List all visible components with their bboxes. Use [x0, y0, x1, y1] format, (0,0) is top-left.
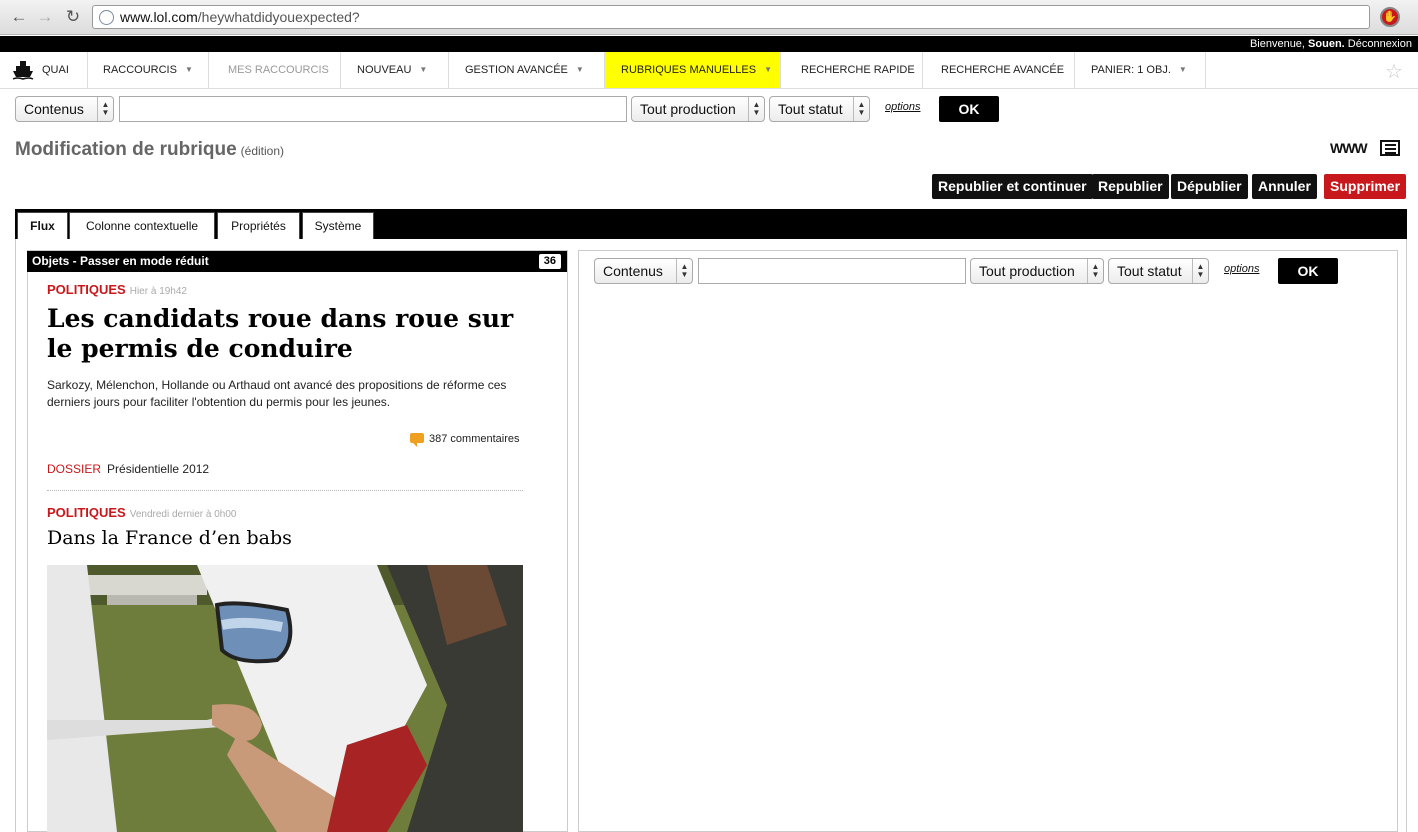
objects-panel-header[interactable]: Objets - Passer en mode réduit 36 [27, 251, 567, 272]
tab-flux[interactable]: Flux [17, 212, 68, 239]
menu-rubriques-manuelles[interactable]: RUBRIQUES MANUELLES ▼ [605, 52, 781, 88]
dossier-name[interactable]: Présidentielle 2012 [107, 462, 209, 476]
search-input[interactable] [119, 96, 627, 122]
tab-colonne-contextuelle[interactable]: Colonne contextuelle [69, 212, 215, 239]
main-menu: QUAI RACCOURCIS ▼ MES RACCOURCIS NOUVEAU ▼… [0, 52, 1418, 89]
content-type-select[interactable]: Contenus ▲ ▼ [594, 258, 693, 284]
menu-nouveau[interactable]: NOUVEAU ▼ [341, 52, 449, 88]
article-category: POLITIQUES Vendredi dernier à 0h00 [47, 505, 237, 520]
chevron-down-icon: ▼ [184, 65, 193, 74]
options-link[interactable]: options [1224, 263, 1259, 275]
select-arrows-icon: ▲ ▼ [97, 97, 113, 121]
menu-raccourcis[interactable]: RACCOURCIS ▼ [87, 52, 209, 88]
url-text: www.lol.com/heywhatdidyouexpected? [120, 9, 360, 25]
content-type-select[interactable]: Contenus ▲ ▼ [15, 96, 114, 122]
logout-link[interactable]: Déconnexion [1345, 38, 1412, 50]
article-photo [47, 565, 523, 832]
status-select[interactable]: Tout statut ▲ ▼ [1108, 258, 1209, 284]
select-arrows-icon: ▲ ▼ [853, 97, 869, 121]
select-arrows-icon: ▲ ▼ [676, 259, 692, 283]
ok-button[interactable]: OK [939, 96, 999, 122]
select-arrows-icon: ▲ ▼ [1192, 259, 1208, 283]
search-panel [578, 250, 1398, 832]
republish-button[interactable]: Republier [1092, 174, 1169, 199]
forward-icon[interactable]: → [34, 6, 56, 28]
address-bar[interactable]: www.lol.com/heywhatdidyouexpected? [92, 5, 1370, 29]
menu-mes-raccourcis[interactable]: MES RACCOURCIS [209, 52, 341, 88]
select-arrows-icon: ▲ ▼ [748, 97, 764, 121]
article-dossier: DOSSIER Présidentielle 2012 [47, 462, 209, 476]
republish-continue-button[interactable]: Republier et continuer [932, 174, 1093, 199]
article-timestamp: Vendredi dernier à 0h00 [129, 509, 237, 520]
search-input[interactable] [698, 258, 966, 284]
article-timestamp: Hier à 19h42 [129, 286, 187, 297]
comment-icon [410, 433, 424, 447]
www-icon[interactable]: WWW [1330, 140, 1368, 156]
globe-icon [99, 10, 114, 25]
back-icon[interactable]: ← [8, 6, 30, 28]
production-select[interactable]: Tout production ▲ ▼ [970, 258, 1104, 284]
article-summary: Sarkozy, Mélenchon, Hollande ou Arthaud … [47, 378, 507, 409]
delete-button[interactable]: Supprimer [1324, 174, 1407, 199]
menu-panier[interactable]: PANIER: 1 OBJ. ▼ [1075, 52, 1206, 88]
star-icon[interactable]: ☆ [1385, 59, 1403, 84]
welcome-text: Bienvenue, [1249, 38, 1309, 50]
production-select[interactable]: Tout production ▲ ▼ [631, 96, 765, 122]
options-link[interactable]: options [885, 101, 920, 113]
menu-recherche-rapide[interactable]: RECHERCHE RAPIDE [781, 52, 923, 88]
article-headline[interactable]: Les candidats roue dans roue sur le perm… [47, 304, 547, 364]
menu-quai[interactable]: QUAI [26, 52, 88, 88]
comments-link[interactable]: 387 commentaires [410, 433, 520, 447]
objects-panel-title: Objets - Passer en mode réduit [32, 254, 209, 268]
dossier-label: DOSSIER [47, 462, 102, 476]
chevron-down-icon: ▼ [419, 65, 428, 74]
article-category: POLITIQUES Hier à 19h42 [47, 282, 187, 297]
reload-icon[interactable]: ↻ [62, 6, 84, 28]
chevron-down-icon: ▼ [575, 65, 584, 74]
list-view-icon[interactable] [1380, 140, 1400, 156]
cancel-button[interactable]: Annuler [1252, 174, 1317, 199]
tab-proprietes[interactable]: Propriétés [217, 212, 300, 239]
menu-gestion-avancee[interactable]: GESTION AVANCÉE ▼ [449, 52, 605, 88]
menu-recherche-avancee[interactable]: RECHERCHE AVANCÉE [923, 52, 1075, 88]
chevron-down-icon: ▼ [1178, 65, 1187, 74]
welcome-bar: Bienvenue, Souen. Déconnexion [0, 36, 1418, 52]
tab-systeme[interactable]: Système [302, 212, 374, 239]
page-subtitle: (édition) [240, 144, 285, 158]
extension-icon[interactable]: ✋ [1380, 7, 1400, 27]
count-badge: 36 [538, 254, 561, 269]
user-name: Souen. [1308, 38, 1345, 50]
status-select[interactable]: Tout statut ▲ ▼ [769, 96, 870, 122]
unpublish-button[interactable]: Dépublier [1171, 174, 1248, 199]
browser-toolbar: ← → ↻ www.lol.com/heywhatdidyouexpected?… [0, 0, 1418, 35]
article-separator [47, 490, 523, 491]
ok-button[interactable]: OK [1278, 258, 1338, 284]
page-title: Modification de rubrique (édition) [15, 139, 285, 160]
chevron-down-icon: ▼ [764, 65, 773, 74]
select-arrows-icon: ▲ ▼ [1087, 259, 1103, 283]
tab-strip: Flux Colonne contextuelle Propriétés Sys… [15, 209, 1407, 239]
article-headline[interactable]: Dans la France d’en babs [47, 527, 292, 549]
